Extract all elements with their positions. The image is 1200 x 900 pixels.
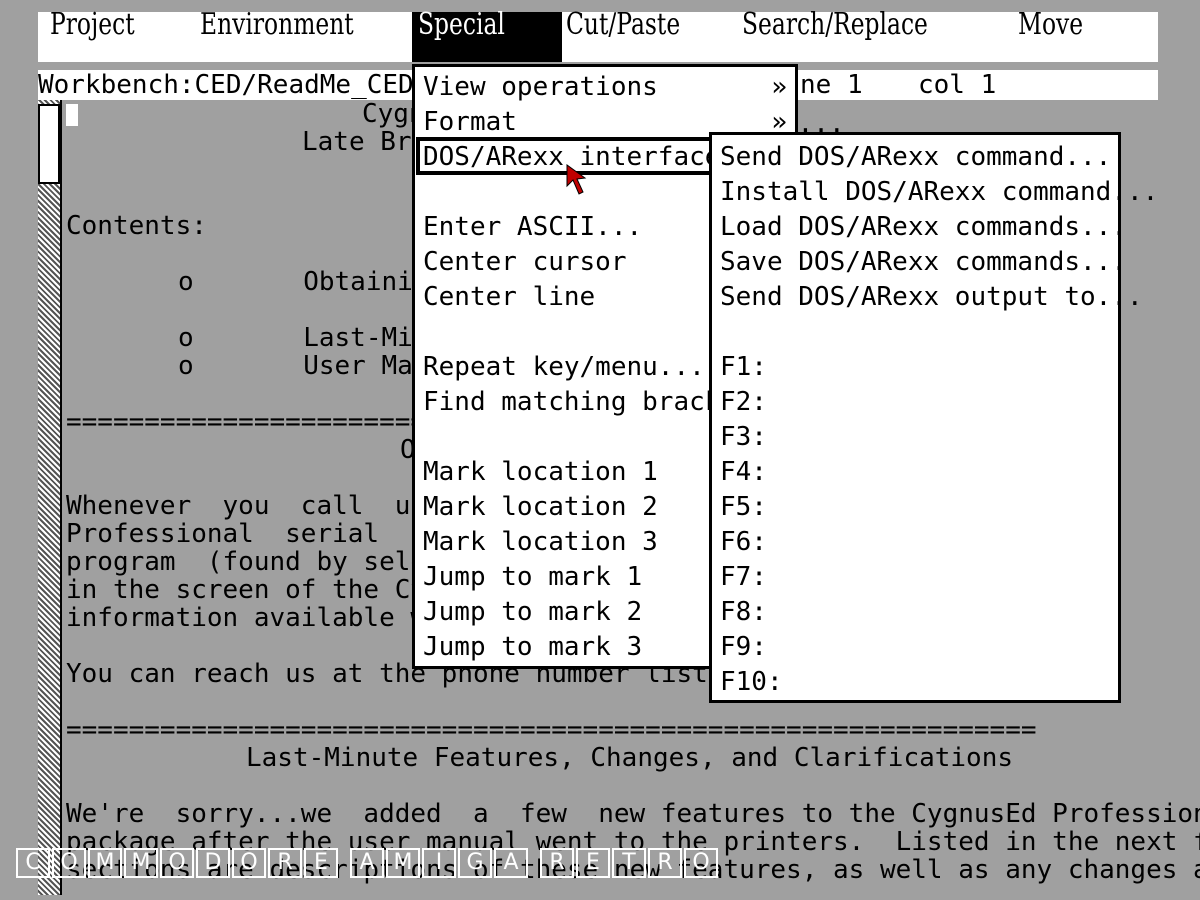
menu-item-jump-to-mark-3[interactable]: Jump to mark 3 — [423, 633, 642, 661]
menu-item-view-operations[interactable]: View operations — [423, 73, 658, 101]
submenu-f7[interactable]: F7: — [720, 563, 767, 591]
menu-item-format[interactable]: Format — [423, 108, 517, 136]
menu-item-find-matching-bracket[interactable]: Find matching bracket — [423, 388, 752, 416]
submenu-f5[interactable]: F5: — [720, 493, 767, 521]
watermark-letter: M — [88, 848, 122, 878]
menu-item-jump-to-mark-2[interactable]: Jump to mark 2 — [423, 598, 642, 626]
submenu-f6[interactable]: F6: — [720, 528, 767, 556]
menu-cut-paste[interactable]: Cut/Paste — [566, 0, 680, 50]
doc-line: in the screen of the Cygn — [66, 575, 458, 605]
watermark-letter: O — [684, 848, 718, 878]
menu-item-enter-ascii[interactable]: Enter ASCII... — [423, 213, 642, 241]
menu-item-mark-location-2[interactable]: Mark location 2 — [423, 493, 658, 521]
doc-line: Contents: — [66, 211, 207, 241]
menu-special[interactable]: Special — [418, 0, 505, 50]
menu-project[interactable]: Project — [50, 0, 135, 50]
menu-item-mark-location-1[interactable]: Mark location 1 — [423, 458, 658, 486]
menu-environment[interactable]: Environment — [200, 0, 354, 50]
doc-line: o User Manu — [178, 351, 445, 381]
menu-item-repeat-key-menu[interactable]: Repeat key/menu... — [423, 353, 705, 381]
submenu-load-commands[interactable]: Load DOS/ARexx commands... — [720, 213, 1127, 241]
mouse-pointer-icon — [566, 164, 587, 195]
submenu-install-command[interactable]: Install DOS/ARexx command... — [720, 178, 1158, 206]
menu-move[interactable]: Move — [1018, 0, 1083, 50]
watermark-letter: G — [458, 848, 492, 878]
watermark-letter: A — [350, 848, 384, 878]
menu-search-replace[interactable]: Search/Replace — [742, 0, 928, 50]
submenu-f4[interactable]: F4: — [720, 458, 767, 486]
watermark-gap — [530, 848, 538, 878]
doc-line: Whenever you call us — [66, 491, 427, 521]
watermark-letter: R — [648, 848, 682, 878]
watermark-letter: D — [196, 848, 230, 878]
scrollbar-knob[interactable] — [38, 104, 60, 184]
watermark-letter: M — [386, 848, 420, 878]
doc-line: Last-Minute Features, Changes, and Clari… — [246, 743, 1014, 773]
doc-line: ========================================… — [66, 715, 1037, 745]
watermark-letter: R — [268, 848, 302, 878]
doc-line: Professional serial num — [66, 519, 458, 549]
submenu-f9[interactable]: F9: — [720, 633, 767, 661]
menu-item-center-cursor[interactable]: Center cursor — [423, 248, 627, 276]
doc-line: program (found by select — [66, 547, 458, 577]
watermark-letter: I — [422, 848, 456, 878]
watermark-letter: C — [16, 848, 50, 878]
submenu-arrow-icon: » — [771, 72, 787, 102]
file-path: Workbench:CED/ReadMe_CED_3. — [38, 70, 461, 100]
watermark-letter: T — [612, 848, 646, 878]
submenu-f8[interactable]: F8: — [720, 598, 767, 626]
submenu-save-commands[interactable]: Save DOS/ARexx commands... — [720, 248, 1127, 276]
watermark-letter: R — [540, 848, 574, 878]
doc-line: o Last-Minu — [178, 323, 445, 353]
doc-line: information available wil — [66, 603, 458, 633]
menu-item-mark-location-3[interactable]: Mark location 3 — [423, 528, 658, 556]
menu-item-center-line[interactable]: Center line — [423, 283, 595, 311]
submenu-f3[interactable]: F3: — [720, 423, 767, 451]
submenu-send-command[interactable]: Send DOS/ARexx command... — [720, 143, 1111, 171]
doc-line: We're sorry...we added a few new feature… — [66, 799, 1200, 829]
vertical-scrollbar[interactable] — [38, 100, 62, 895]
dos-arexx-submenu: Send DOS/ARexx command... Install DOS/AR… — [709, 132, 1158, 703]
watermark-letter: A — [494, 848, 528, 878]
menu-item-jump-to-mark-1[interactable]: Jump to mark 1 — [423, 563, 642, 591]
watermark-letter: E — [304, 848, 338, 878]
col-indicator: col 1 — [918, 70, 997, 100]
text-cursor — [66, 104, 78, 126]
watermark-letter: O — [232, 848, 266, 878]
submenu-f1[interactable]: F1: — [720, 353, 767, 381]
watermark-letter: M — [124, 848, 158, 878]
watermark-gap — [340, 848, 348, 878]
submenu-f2[interactable]: F2: — [720, 388, 767, 416]
watermark-letter: O — [52, 848, 86, 878]
watermark: COMMODOREAMIGARETRO — [16, 848, 718, 878]
doc-line: Late Bre — [302, 127, 428, 157]
line-indicator: ne 1 — [800, 70, 863, 100]
watermark-letter: E — [576, 848, 610, 878]
watermark-letter: O — [160, 848, 194, 878]
doc-line: o Obtaining — [178, 267, 445, 297]
submenu-send-output[interactable]: Send DOS/ARexx output to... — [720, 283, 1143, 311]
submenu-f10[interactable]: F10: — [720, 668, 783, 696]
